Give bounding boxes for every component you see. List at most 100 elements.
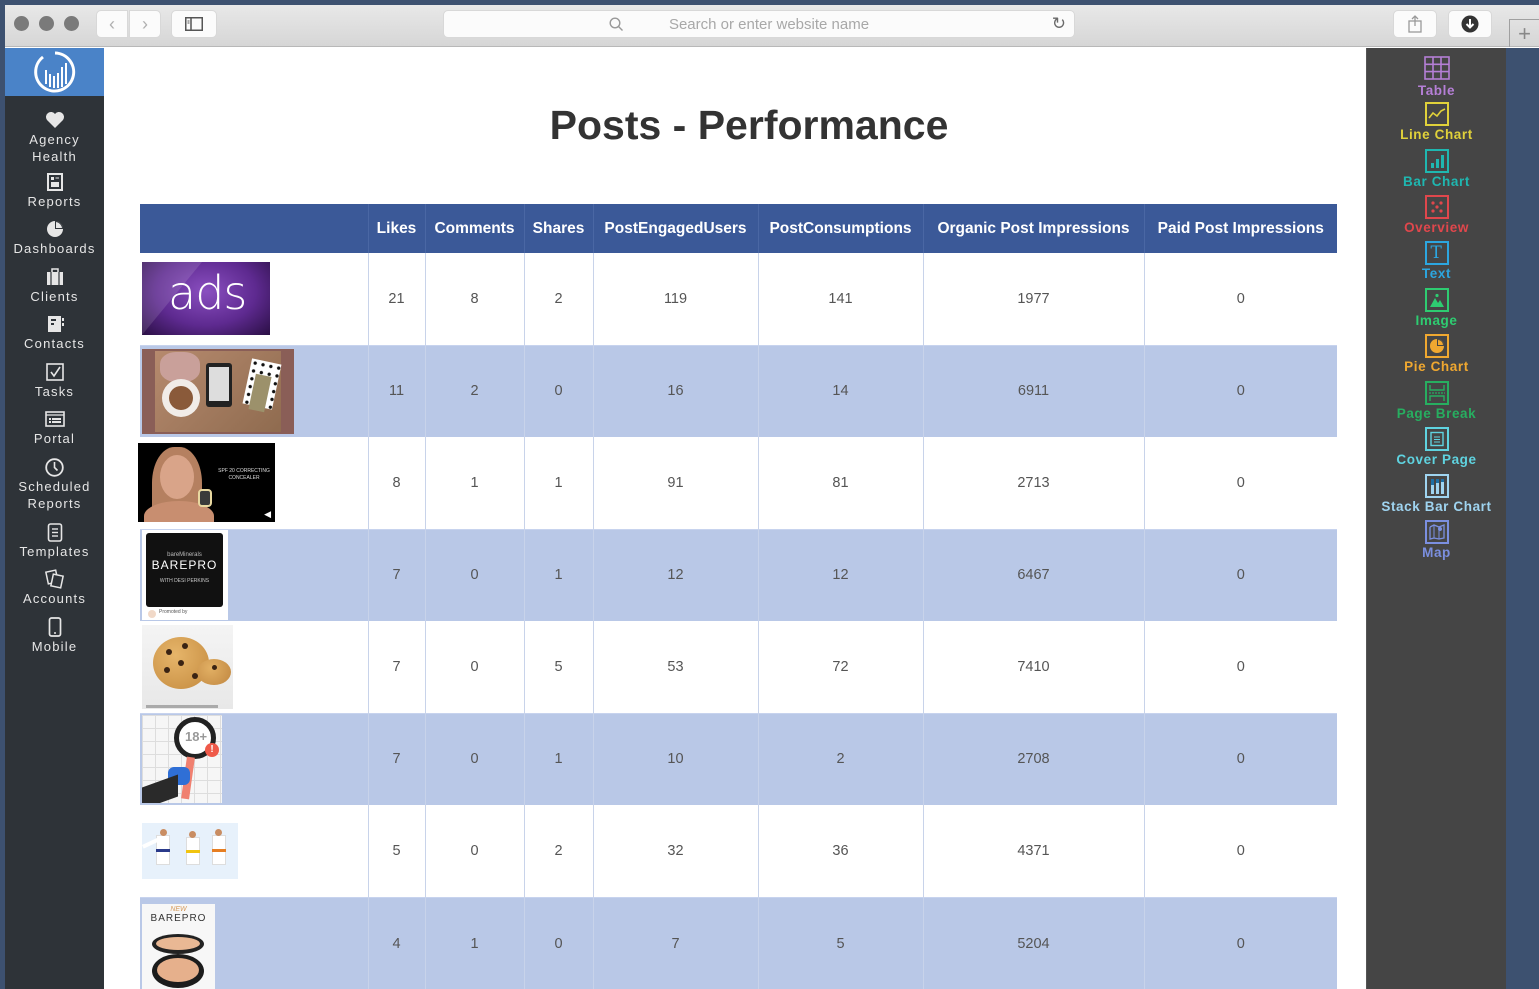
post-thumbnail-barepro-compact[interactable]: NEW BAREPRO — [142, 903, 215, 989]
page-break-icon — [1424, 381, 1449, 405]
column-header-shares[interactable]: Shares — [524, 204, 594, 253]
reload-icon[interactable]: ↻ — [1052, 14, 1066, 34]
shares-cell: 1 — [524, 712, 594, 805]
mobile-phone-icon — [45, 617, 65, 637]
chevron-left-icon: ‹ — [109, 13, 115, 34]
sidebar-item-reports[interactable]: Reports — [5, 172, 104, 219]
post-thumbnail-18plus[interactable]: 18+ ! — [142, 715, 222, 804]
widget-page-break[interactable]: Page Break — [1367, 381, 1506, 427]
stack-bar-chart-icon — [1424, 474, 1449, 498]
sidebar-item-dashboards[interactable]: Dashboards — [5, 219, 104, 267]
paid-impressions-cell: 0 — [1236, 658, 1245, 675]
zoom-window-button[interactable] — [64, 16, 79, 31]
sidebar-item-mobile[interactable]: Mobile — [5, 617, 104, 664]
thumb-text: BAREPRO — [151, 558, 218, 573]
url-input[interactable] — [629, 15, 909, 33]
widget-text[interactable]: T Text — [1367, 241, 1506, 288]
widget-overview[interactable]: Overview — [1367, 195, 1506, 241]
widget-table[interactable]: Table — [1367, 56, 1506, 102]
widget-line-chart[interactable]: Line Chart — [1367, 102, 1506, 149]
text-T-icon: T — [1424, 241, 1449, 265]
share-button[interactable] — [1393, 10, 1437, 38]
column-header-comments[interactable]: Comments — [425, 204, 525, 253]
widget-bar-chart[interactable]: Bar Chart — [1367, 149, 1506, 195]
comments-cell: 0 — [425, 712, 525, 805]
shares-cell: 0 — [524, 344, 594, 437]
post-thumbnail-concealer-video[interactable]: SPF 20 CORRECTING CONCEALER ◀ — [138, 443, 275, 523]
browser-window: ‹ › ↻ + — [5, 5, 1539, 989]
thumb-text: NEW — [170, 905, 187, 913]
overview-dots-icon — [1424, 195, 1449, 219]
comments-cell: 0 — [425, 528, 525, 621]
consumptions-cell: 5 — [758, 896, 924, 989]
post-thumbnail-cookies[interactable] — [142, 624, 233, 709]
column-header-paid-impressions[interactable]: Paid Post Impressions — [1144, 204, 1337, 253]
engaged-users-cell: 53 — [593, 621, 759, 713]
shares-cell: 0 — [524, 896, 594, 989]
table-row: 7 0 5 53 72 7410 0 — [140, 621, 1337, 713]
column-header-post-consumptions[interactable]: PostConsumptions — [758, 204, 924, 253]
sidebar-toggle-button[interactable] — [171, 10, 217, 38]
new-tab-button[interactable]: + — [1509, 19, 1539, 47]
forward-button[interactable]: › — [129, 10, 161, 38]
app-logo[interactable] — [5, 48, 104, 96]
sidebar-item-portal[interactable]: Portal — [5, 409, 104, 457]
image-mountain-icon — [1424, 288, 1449, 312]
sidebar-item-contacts[interactable]: Contacts — [5, 314, 104, 362]
post-thumbnail-cell — [140, 344, 369, 437]
likes-cell: 8 — [368, 437, 426, 529]
sidebar-item-scheduled-reports[interactable]: Scheduled Reports — [5, 457, 104, 522]
briefcase-icon — [45, 267, 65, 287]
accounts-cards-icon — [44, 569, 65, 589]
consumptions-cell: 14 — [758, 344, 924, 437]
minimize-window-button[interactable] — [39, 16, 54, 31]
sidebar-item-clients[interactable]: Clients — [5, 267, 104, 314]
column-header-post-engaged-users[interactable]: PostEngagedUsers — [593, 204, 759, 253]
organic-impressions-cell: 2713 — [923, 437, 1145, 529]
engaged-users-cell: 10 — [593, 712, 759, 805]
sidebar-toggle-icon — [185, 17, 203, 31]
widget-image[interactable]: Image — [1367, 288, 1506, 334]
sidebar-item-accounts[interactable]: Accounts — [5, 569, 104, 617]
post-thumbnail-ads[interactable]: ads — [142, 262, 270, 336]
map-pin-icon — [1424, 520, 1449, 544]
likes-cell: 7 — [368, 712, 426, 805]
chevron-right-icon: › — [142, 13, 148, 34]
widget-label: Text — [1421, 266, 1452, 281]
paid-impressions-cell: 0 — [1144, 344, 1337, 437]
column-header-organic-impressions[interactable]: Organic Post Impressions — [923, 204, 1145, 253]
close-window-button[interactable] — [14, 16, 29, 31]
clock-icon — [45, 457, 65, 477]
engaged-users-cell: 16 — [593, 344, 759, 437]
post-thumbnail-karate-kids[interactable] — [142, 822, 238, 879]
sidebar-item-templates[interactable]: Templates — [5, 522, 104, 569]
table-row: ads 21 8 2 119 141 1977 0 — [140, 253, 1337, 345]
post-thumbnail-coffee-tablet[interactable] — [142, 348, 294, 434]
sidebar-item-label: Clients — [30, 289, 79, 304]
address-bar[interactable]: ↻ — [443, 10, 1075, 38]
back-button[interactable]: ‹ — [96, 10, 128, 38]
sidebar-item-label: Dashboards — [13, 241, 96, 256]
post-thumbnail-cell: NEW BAREPRO — [140, 896, 369, 989]
organic-impressions-cell: 1977 — [923, 253, 1145, 345]
post-thumbnail-barepro-desi[interactable]: bareMinerals BAREPRO WITH DESI PERKINS P… — [142, 530, 228, 621]
widget-cover-page[interactable]: Cover Page — [1367, 427, 1506, 474]
sidebar-item-agency-health[interactable]: Agency Health — [5, 110, 104, 172]
line-chart-icon — [1424, 102, 1449, 126]
organic-impressions-cell: 4371 — [923, 805, 1145, 897]
pie-icon — [45, 219, 65, 239]
column-header-image — [140, 204, 369, 253]
downloads-button[interactable] — [1448, 10, 1492, 38]
report-canvas: Posts - Performance Likes Comments Share… — [104, 48, 1366, 989]
thumb-text: 18+ — [185, 729, 208, 745]
widget-pie-chart[interactable]: Pie Chart — [1367, 334, 1506, 381]
sidebar-item-tasks[interactable]: Tasks — [5, 362, 104, 409]
posts-performance-table: Likes Comments Shares PostEngagedUsers P… — [138, 204, 1337, 989]
widget-label: Overview — [1404, 220, 1469, 235]
column-header-likes[interactable]: Likes — [368, 204, 426, 253]
widget-label: Bar Chart — [1403, 174, 1470, 189]
widget-stack-bar-chart[interactable]: Stack Bar Chart — [1367, 474, 1506, 520]
widget-map[interactable]: Map — [1367, 520, 1506, 566]
engaged-users-cell: 91 — [593, 437, 759, 529]
widget-label: Line Chart — [1400, 127, 1473, 142]
